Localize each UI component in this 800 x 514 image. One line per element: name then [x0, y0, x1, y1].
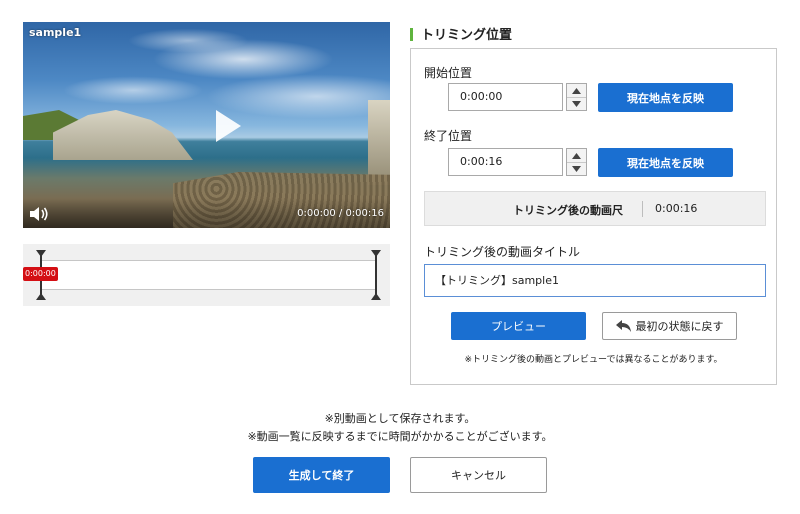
create-and-finish-button[interactable]: 生成して終了: [253, 457, 390, 493]
play-icon[interactable]: [213, 108, 243, 144]
save-note-line2: ※動画一覧に反映するまでに時間がかかることがございます。: [247, 430, 553, 443]
end-position-label: 終了位置: [424, 129, 473, 143]
trimmed-title-input[interactable]: 【トリミング】sample1: [424, 264, 766, 297]
trimmed-duration-label: トリミング後の動画尺: [513, 204, 623, 217]
end-time-up-icon[interactable]: [567, 149, 586, 163]
start-time-down-icon[interactable]: [567, 97, 586, 110]
end-time-down-icon[interactable]: [567, 162, 586, 175]
save-note-line1: ※別動画として保存されます。: [324, 412, 476, 425]
trim-timeline[interactable]: 0:00:00: [23, 244, 390, 306]
video-title: sample1: [29, 26, 82, 39]
end-time-input[interactable]: 0:00:16: [448, 148, 563, 176]
section-title: トリミング位置: [410, 24, 512, 43]
set-start-current-button[interactable]: 現在地点を反映: [598, 83, 733, 112]
set-end-current-button[interactable]: 現在地点を反映: [598, 148, 733, 177]
trimmed-title-label: トリミング後の動画タイトル: [424, 245, 581, 259]
undo-icon: [615, 320, 631, 332]
video-frame-cliff-right: [368, 100, 390, 185]
preview-difference-note: ※トリミング後の動画とプレビューでは異なることがあります。: [464, 355, 723, 365]
video-player[interactable]: sample1 0:00:00 / 0:00:16: [23, 22, 390, 228]
reset-button[interactable]: 最初の状態に戻す: [602, 312, 737, 340]
start-time-up-icon[interactable]: [567, 84, 586, 98]
reset-button-label: 最初の状態に戻す: [635, 320, 724, 333]
trimmed-duration-value: 0:00:16: [655, 202, 698, 215]
start-time-stepper[interactable]: [566, 83, 587, 111]
end-time-stepper[interactable]: [566, 148, 587, 176]
cancel-button[interactable]: キャンセル: [410, 457, 547, 493]
volume-icon[interactable]: [29, 206, 49, 221]
video-time-display: 0:00:00 / 0:00:16: [297, 208, 384, 219]
preview-button[interactable]: プレビュー: [451, 312, 586, 340]
timeline-track[interactable]: [41, 260, 376, 290]
start-position-label: 開始位置: [424, 66, 473, 80]
trim-end-handle[interactable]: [370, 250, 382, 300]
section-accent-bar: [410, 28, 413, 41]
section-title-text: トリミング位置: [421, 28, 513, 43]
start-time-input[interactable]: 0:00:00: [448, 83, 563, 111]
duration-divider: [642, 201, 643, 217]
trimmed-duration-box: トリミング後の動画尺 0:00:16: [424, 191, 766, 226]
playhead-time-badge[interactable]: 0:00:00: [23, 267, 58, 281]
trimming-panel: 開始位置 0:00:00 現在地点を反映 終了位置 0:00:16 現在地点を反…: [410, 48, 777, 385]
